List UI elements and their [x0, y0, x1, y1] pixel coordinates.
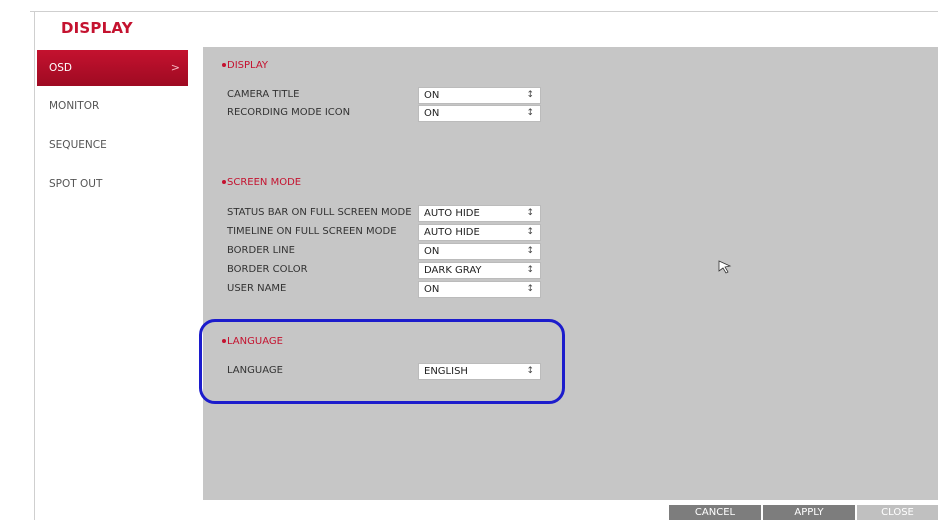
page-title: DISPLAY: [61, 19, 133, 37]
select-value: ON: [424, 284, 440, 295]
timeline-select[interactable]: AUTO HIDE ↕: [418, 224, 541, 241]
updown-arrows-icon: ↕: [526, 246, 534, 256]
section-header-screen-mode: SCREEN MODE: [222, 177, 301, 188]
user-name-select[interactable]: ON ↕: [418, 281, 541, 298]
mouse-cursor-icon: [718, 260, 732, 274]
row-label-camera-title: CAMERA TITLE: [227, 89, 300, 100]
select-value: DARK GRAY: [424, 265, 482, 276]
frame-top-border: [30, 11, 938, 12]
section-title: DISPLAY: [227, 60, 269, 71]
updown-arrows-icon: ↕: [526, 284, 534, 294]
cancel-button[interactable]: CANCEL: [669, 505, 761, 520]
frame-left-border: [34, 11, 35, 520]
close-button[interactable]: CLOSE: [857, 505, 938, 520]
row-label-recording-mode-icon: RECORDING MODE ICON: [227, 107, 351, 118]
sidebar-item-spot-out[interactable]: SPOT OUT: [37, 166, 190, 202]
select-value: AUTO HIDE: [424, 208, 480, 219]
select-value: ON: [424, 108, 440, 119]
section-title: SCREEN MODE: [227, 177, 302, 188]
sidebar-item-label: SPOT OUT: [49, 178, 103, 190]
row-label-timeline: TIMELINE ON FULL SCREEN MODE: [227, 226, 397, 237]
sidebar-item-osd[interactable]: OSD >: [37, 50, 188, 86]
updown-arrows-icon: ↕: [526, 108, 534, 118]
select-value: AUTO HIDE: [424, 227, 480, 238]
row-label-user-name: USER NAME: [227, 283, 287, 294]
row-label-border-color: BORDER COLOR: [227, 264, 308, 275]
border-line-select[interactable]: ON ↕: [418, 243, 541, 260]
updown-arrows-icon: ↕: [526, 227, 534, 237]
select-value: ON: [424, 246, 440, 257]
sidebar-item-monitor[interactable]: MONITOR: [37, 88, 190, 124]
camera-title-select[interactable]: ON ↕: [418, 87, 541, 104]
status-bar-select[interactable]: AUTO HIDE ↕: [418, 205, 541, 222]
row-label-border-line: BORDER LINE: [227, 245, 295, 256]
updown-arrows-icon: ↕: [526, 90, 534, 100]
apply-button[interactable]: APPLY: [763, 505, 855, 520]
section-header-display: DISPLAY: [222, 60, 268, 71]
select-value: ON: [424, 90, 440, 101]
border-color-select[interactable]: DARK GRAY ↕: [418, 262, 541, 279]
chevron-right-icon: >: [170, 61, 180, 74]
sidebar-item-sequence[interactable]: SEQUENCE: [37, 127, 190, 163]
sidebar-item-label: SEQUENCE: [49, 139, 107, 151]
bullet-icon: [222, 63, 226, 67]
sidebar-item-label: OSD: [49, 62, 73, 74]
row-label-status-bar: STATUS BAR ON FULL SCREEN MODE: [227, 207, 412, 218]
recording-mode-icon-select[interactable]: ON ↕: [418, 105, 541, 122]
sidebar-item-label: MONITOR: [49, 100, 100, 112]
settings-panel: DISPLAY CAMERA TITLE ON ↕ RECORDING MODE…: [203, 47, 938, 500]
language-highlight-outline: [199, 319, 565, 404]
bullet-icon: [222, 180, 226, 184]
updown-arrows-icon: ↕: [526, 265, 534, 275]
updown-arrows-icon: ↕: [526, 208, 534, 218]
